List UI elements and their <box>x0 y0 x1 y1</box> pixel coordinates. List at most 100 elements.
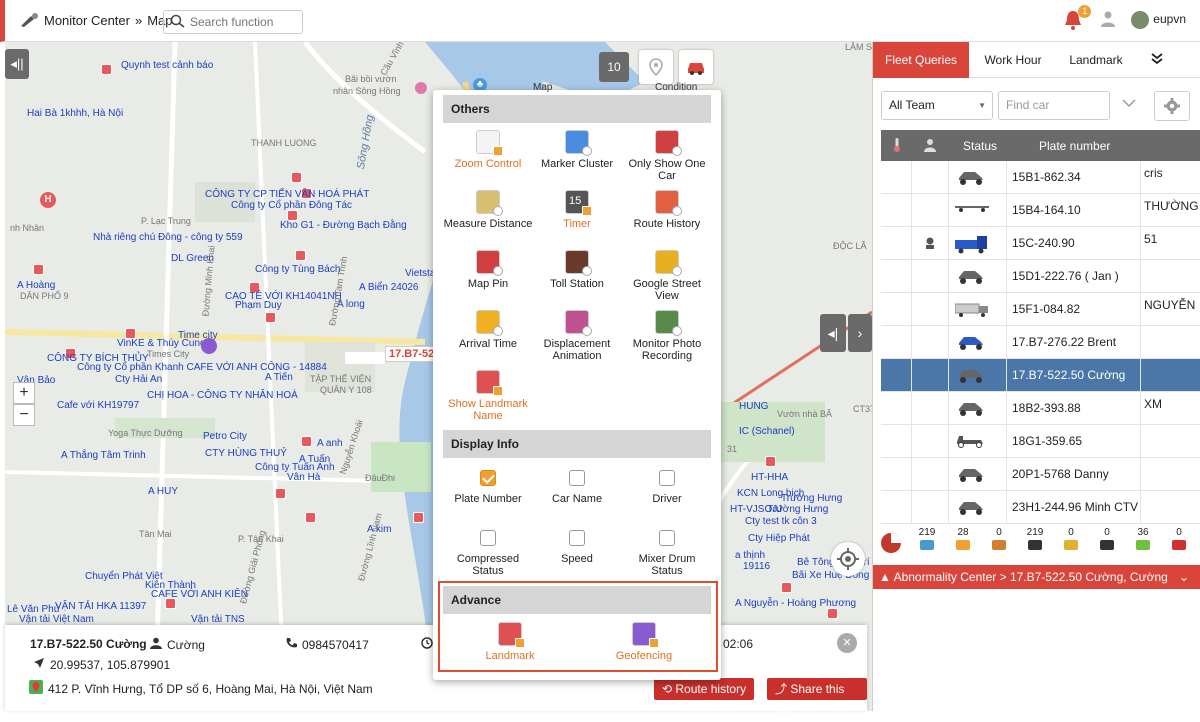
status-count-0[interactable] <box>873 524 909 564</box>
phone-number[interactable]: 0984570417 <box>302 638 369 652</box>
driver-icon <box>150 637 162 652</box>
status-count-5[interactable]: 0 <box>1053 524 1089 564</box>
checkbox[interactable] <box>480 530 496 546</box>
driver-cell <box>912 293 949 326</box>
tab-fleet-queries[interactable]: Fleet Queries <box>873 42 969 78</box>
unchecked-icon <box>582 266 592 276</box>
option-monitor-photo-recording[interactable]: Monitor Photo Recording <box>622 310 712 362</box>
status-count-1[interactable]: 219 <box>909 524 945 564</box>
locate-me-button[interactable] <box>831 542 865 576</box>
table-row[interactable]: 18G1-359.65 <box>881 425 1200 458</box>
table-row[interactable]: 15D1-222.76 ( Jan ) <box>881 260 1200 293</box>
status-count: 0 <box>1104 527 1110 538</box>
display-label: Driver <box>652 493 682 505</box>
google-maps-icon[interactable] <box>29 680 43 697</box>
status-count-3[interactable]: 0 <box>981 524 1017 564</box>
driver-cell <box>912 161 949 194</box>
option-google-street-view[interactable]: Google Street View <box>622 250 712 302</box>
map-place-label: Cafe với KH19797 <box>57 400 140 411</box>
checked-icon <box>493 146 503 156</box>
function-search[interactable] <box>163 10 303 34</box>
status-count-7[interactable]: 36 <box>1125 524 1161 564</box>
display-plate-number[interactable]: Plate Number <box>443 470 533 505</box>
checkbox[interactable] <box>659 470 675 486</box>
route-history-button[interactable]: ⟲ Route history <box>654 678 755 700</box>
abnormality-bar[interactable]: ▲ Abnormality Center > 17.B7-522.50 Cườn… <box>873 565 1200 589</box>
col-status[interactable]: Status <box>963 139 997 153</box>
map-place-label: HT-HHA <box>751 472 789 483</box>
option-toll-station[interactable]: Toll Station <box>532 250 622 290</box>
table-row[interactable]: 15F1-084.82 NGUYỄN <box>881 293 1200 326</box>
users-icon[interactable] <box>1099 10 1117 31</box>
team-select[interactable]: All Team ▼ <box>881 91 993 120</box>
status-count-6[interactable]: 0 <box>1089 524 1125 564</box>
car-marker-icon[interactable] <box>345 352 385 364</box>
status-count-8[interactable]: 0 <box>1161 524 1197 564</box>
display-compressed-status[interactable]: Compressed Status <box>443 530 533 577</box>
option-timer[interactable]: 15 Timer <box>532 190 622 230</box>
settings-button[interactable] <box>1154 91 1190 121</box>
status-icon <box>920 540 934 550</box>
map-place-label: Cty test tk côn 3 <box>745 516 817 527</box>
option-marker-cluster[interactable]: Marker Cluster <box>532 130 622 170</box>
checkbox[interactable] <box>569 470 585 486</box>
table-row[interactable]: 15C-240.90 51 <box>881 227 1200 260</box>
option-show-landmark-name[interactable]: Show Landmark Name <box>443 370 533 422</box>
car-settings-button[interactable] <box>679 50 713 84</box>
status-cell <box>949 491 1007 524</box>
user-menu[interactable]: eupvn <box>1131 11 1186 29</box>
status-count-4[interactable]: 219 <box>1017 524 1053 564</box>
poi-icon <box>415 82 427 94</box>
status-count: 0 <box>996 527 1002 538</box>
more-tabs-icon[interactable] <box>1145 42 1169 78</box>
vehicle-count-button[interactable]: 10 <box>599 52 629 82</box>
option-route-history[interactable]: Route History <box>622 190 712 230</box>
tab-landmark[interactable]: Landmark <box>1057 42 1135 78</box>
option-arrival-time[interactable]: Arrival Time <box>443 310 533 350</box>
display-car-name[interactable]: Car Name <box>532 470 622 505</box>
option-zoom-control[interactable]: Zoom Control <box>443 130 533 170</box>
driver-cell <box>912 227 949 260</box>
display-speed[interactable]: Speed <box>532 530 622 565</box>
table-row[interactable]: 17.B7-522.50 Cường <box>881 359 1200 392</box>
notification-bell-icon[interactable]: 1 <box>1063 5 1092 31</box>
section-display-info: Display Info <box>443 430 711 458</box>
find-car-input[interactable]: Find car <box>998 91 1110 120</box>
option-map-pin[interactable]: Map Pin <box>443 250 533 290</box>
option-measure-distance[interactable]: Measure Distance <box>443 190 533 230</box>
col-plate-number[interactable]: Plate number <box>1039 139 1110 153</box>
unchecked-icon <box>493 326 503 336</box>
search-input[interactable] <box>190 15 290 29</box>
option-displacement-animation[interactable]: Displacement Animation <box>532 310 622 362</box>
tab-work-hour[interactable]: Work Hour <box>973 42 1053 78</box>
collapse-right-button[interactable]: ◂| <box>820 314 846 352</box>
checkbox[interactable] <box>569 530 585 546</box>
table-row[interactable]: 23H1-244.96 Minh CTV <box>881 491 1200 524</box>
table-row[interactable]: 17.B7-276.22 Brent <box>881 326 1200 359</box>
chevron-down-icon[interactable]: ⌄ <box>1179 565 1189 589</box>
close-card-button[interactable]: × <box>837 633 857 653</box>
share-car-button[interactable]: ⤴ Share this car <box>767 678 867 718</box>
expand-right-button[interactable]: › <box>848 314 872 352</box>
table-row[interactable]: 15B4-164.10 THƯỜNG <box>881 194 1200 227</box>
display-driver[interactable]: Driver <box>622 470 712 505</box>
display-mixer-drum-status[interactable]: Mixer Drum Status <box>622 530 712 577</box>
menu-cutoff-map: Map <box>533 82 553 93</box>
map-place-label: A Biển 24026 <box>359 282 419 293</box>
table-row[interactable]: 15B1-862.34 cris <box>881 161 1200 194</box>
driver-cell <box>912 425 949 458</box>
table-row[interactable]: 20P1-5768 Danny <box>881 458 1200 491</box>
status-count-2[interactable]: 28 <box>945 524 981 564</box>
checkbox[interactable] <box>659 530 675 546</box>
chevron-down-icon[interactable] <box>1122 97 1136 111</box>
plate-cell: 18B2-393.88 <box>1007 392 1141 425</box>
breadcrumb-root[interactable]: Monitor Center <box>44 13 130 28</box>
checkbox[interactable] <box>480 470 496 486</box>
phone-icon <box>285 637 297 652</box>
option-only-show-one-car[interactable]: Only Show One Car <box>622 130 712 182</box>
table-row[interactable]: 18B2-393.88 XM <box>881 392 1200 425</box>
zoom-out-button[interactable]: − <box>13 404 35 426</box>
zoom-in-button[interactable]: + <box>13 382 35 404</box>
map-pin-button[interactable] <box>639 50 673 84</box>
collapse-left-button[interactable]: ◂|| <box>5 49 29 79</box>
